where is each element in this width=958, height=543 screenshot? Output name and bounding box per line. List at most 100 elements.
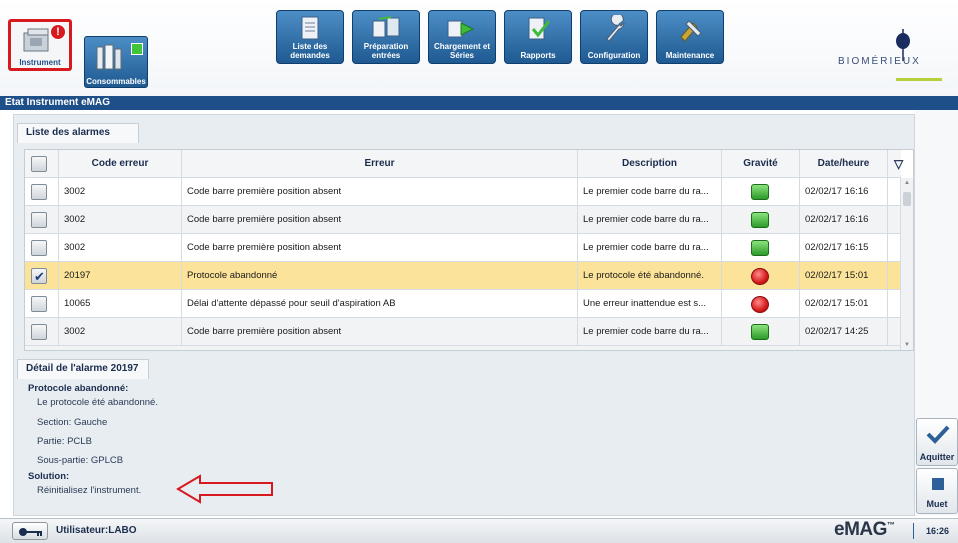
loading-series-label: Chargement et Séries xyxy=(433,42,490,60)
status-bar: Utilisateur:LABO eMAG™ 16:26 xyxy=(0,518,958,543)
cell-error: Code barre première position absent xyxy=(182,318,578,346)
emag-app: ! Instrument Consommables Liste des dema… xyxy=(0,0,958,543)
tools-icon xyxy=(680,20,702,42)
table-row[interactable]: 10065 Délai d'attente dépassé pour seuil … xyxy=(25,290,901,318)
severity-ok-icon xyxy=(751,184,769,200)
maintenance-label: Maintenance xyxy=(665,51,715,60)
cell-description: Le premier code barre du ra... xyxy=(578,318,722,346)
row-checkbox[interactable] xyxy=(31,263,47,290)
column-header-datetime[interactable]: Date/heure xyxy=(800,150,888,178)
table-row[interactable]: 3002 Code barre première position absent L… xyxy=(25,178,901,206)
scroll-up-arrow-icon[interactable]: ▲ xyxy=(904,180,910,186)
row-checkbox[interactable] xyxy=(31,324,47,340)
cell-error: Délai d'attente dépassé pour seuil d'asp… xyxy=(182,290,578,318)
select-all-checkbox[interactable] xyxy=(31,156,47,172)
detail-part: Partie: PCLB xyxy=(37,436,92,447)
stop-square-icon xyxy=(932,478,944,490)
input-preparation-label: Préparation entrées xyxy=(363,42,409,60)
cell-code: 3002 xyxy=(59,234,182,262)
detail-title: Protocole abandonné: xyxy=(28,383,129,394)
cell-severity xyxy=(722,262,800,290)
cell-error: Code barre première position absent xyxy=(182,206,578,234)
cell-select xyxy=(25,318,59,346)
cell-code: 3002 xyxy=(59,206,182,234)
key-icon xyxy=(19,528,42,536)
instrument-state-panel: Liste des alarmes Code erreur Erreur Des… xyxy=(13,114,915,516)
cell-datetime: 02/02/17 15:01 xyxy=(800,290,888,318)
scrollbar-thumb[interactable] xyxy=(903,192,911,206)
row-checkbox[interactable] xyxy=(31,296,47,312)
severity-ok-icon xyxy=(751,240,769,256)
list-document-icon xyxy=(301,16,319,40)
acknowledge-label: Aquitter xyxy=(919,452,955,462)
cell-description: Le premier code barre du ra... xyxy=(578,234,722,262)
reports-label: Rapports xyxy=(520,51,556,60)
alarm-detail-tab: Détail de l'alarme 20197 xyxy=(17,359,149,379)
product-name: eMAG™ xyxy=(834,519,895,541)
row-checkbox[interactable] xyxy=(31,240,47,256)
mute-label: Muet xyxy=(926,499,948,509)
checkmark-icon xyxy=(926,425,950,444)
cell-description: Le premier code barre du ra... xyxy=(578,178,722,206)
cell-severity xyxy=(722,234,800,262)
cell-select xyxy=(25,262,59,290)
consumables-icon xyxy=(96,44,122,70)
consumables-module-label: Consommables xyxy=(86,77,146,86)
severity-ok-icon xyxy=(751,324,769,340)
cell-select xyxy=(25,206,59,234)
cell-datetime: 02/02/17 16:15 xyxy=(800,234,888,262)
status-divider xyxy=(913,523,914,539)
scroll-down-arrow-icon[interactable]: ▼ xyxy=(904,342,910,348)
table-row[interactable]: 3002 Code barre première position absent L… xyxy=(25,234,901,262)
loading-series-button[interactable]: Chargement et Séries xyxy=(428,10,496,64)
column-header-severity[interactable]: Gravité xyxy=(722,150,800,178)
reports-button[interactable]: Rapports xyxy=(504,10,572,64)
column-header-description[interactable]: Description xyxy=(578,150,722,178)
severity-ok-icon xyxy=(751,212,769,228)
product-name-text: eMAG xyxy=(834,519,887,540)
request-list-button[interactable]: Liste des demandes xyxy=(276,10,344,64)
login-key-button[interactable] xyxy=(12,522,48,540)
cell-datetime: 02/02/17 15:01 xyxy=(800,262,888,290)
maintenance-button[interactable]: Maintenance xyxy=(656,10,724,64)
table-row[interactable]: 3002 Code barre première position absent L… xyxy=(25,318,901,346)
cell-severity xyxy=(722,206,800,234)
column-header-error[interactable]: Erreur xyxy=(182,150,578,178)
alarm-detail: Détail de l'alarme 20197 Protocole aband… xyxy=(17,359,454,509)
solution-text: Réinitialisez l'instrument. xyxy=(37,485,142,496)
cell-code: 3002 xyxy=(59,178,182,206)
report-check-icon xyxy=(528,17,551,40)
table-scrollbar[interactable]: ▲ ▼ xyxy=(900,178,913,350)
consumables-module-button[interactable]: Consommables xyxy=(84,36,148,88)
configuration-button[interactable]: Configuration xyxy=(580,10,648,64)
instrument-module-button[interactable]: ! Instrument xyxy=(8,19,72,71)
cell-datetime: 02/02/17 16:16 xyxy=(800,206,888,234)
configuration-label: Configuration xyxy=(587,51,641,60)
cell-error: Code barre première position absent xyxy=(182,178,578,206)
row-checkbox[interactable] xyxy=(31,184,47,200)
instrument-module-label: Instrument xyxy=(19,58,61,67)
table-row[interactable]: 3002 Code barre première position absent L… xyxy=(25,206,901,234)
cell-severity xyxy=(722,178,800,206)
mute-button[interactable]: Muet xyxy=(916,468,958,514)
column-header-code[interactable]: Code erreur xyxy=(59,150,182,178)
cell-description: Le premier code barre du ra... xyxy=(578,206,722,234)
cell-error: Protocole abandonné xyxy=(182,262,578,290)
side-actions: Aquitter Muet xyxy=(915,110,958,516)
consumables-status-indicator xyxy=(131,43,143,55)
cell-severity xyxy=(722,290,800,318)
preparation-icon xyxy=(372,16,400,38)
acknowledge-button[interactable]: Aquitter xyxy=(916,418,958,466)
table-row-partial xyxy=(25,346,901,350)
row-checkbox[interactable] xyxy=(31,212,47,228)
request-list-label: Liste des demandes xyxy=(290,42,330,60)
input-preparation-button[interactable]: Préparation entrées xyxy=(352,10,420,64)
clock: 16:26 xyxy=(926,526,950,536)
filter-triangle-icon[interactable]: ▽ xyxy=(894,150,903,178)
current-user: Utilisateur:LABO xyxy=(56,525,137,536)
cell-error: Code barre première position absent xyxy=(182,234,578,262)
table-row[interactable]: 20197Protocole abandonnéLe protocole été… xyxy=(25,262,901,290)
cell-datetime: 02/02/17 14:25 xyxy=(800,318,888,346)
window-title-bar: Etat Instrument eMAG xyxy=(0,96,958,110)
trademark-mark: ™ xyxy=(886,520,895,530)
